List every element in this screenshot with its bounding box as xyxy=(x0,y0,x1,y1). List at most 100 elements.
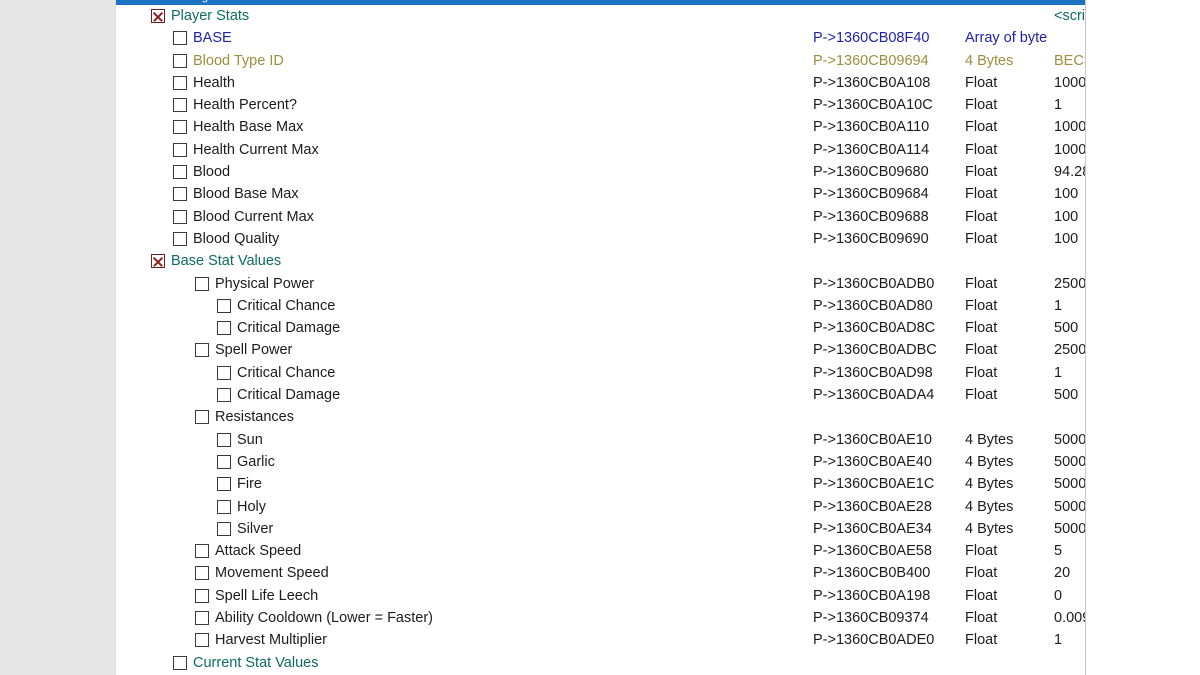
address-list[interactable]: Player Stats <script> BASE P->1360CB08F40 Ar… xyxy=(116,5,1086,675)
desktop-background-left xyxy=(0,0,115,675)
row-checkbox-icon[interactable] xyxy=(173,231,187,246)
row-checkbox-icon[interactable] xyxy=(217,454,231,469)
row-address: P->1360CB0A108 xyxy=(813,74,931,91)
row-value: 5000 xyxy=(1054,498,1086,515)
row-checkbox-checked-icon[interactable] xyxy=(151,9,165,23)
address-list-row[interactable]: Ability Cooldown (Lower = Faster) P->1360… xyxy=(116,607,1085,629)
row-checkbox-icon[interactable] xyxy=(217,432,231,447)
row-description: Health xyxy=(193,74,235,91)
address-list-row[interactable]: Health Current Max P->1360CB0A114 Float 100… xyxy=(116,139,1085,161)
address-list-row[interactable]: Blood Type ID P->1360CB09694 4 Bytes BEC3C0… xyxy=(116,50,1085,72)
row-description: Spell Life Leech xyxy=(215,587,319,604)
row-address: P->1360CB0A114 xyxy=(813,141,930,158)
address-list-row[interactable]: Player Stats <script> xyxy=(116,5,1085,27)
address-list-row[interactable]: Current Stat Values xyxy=(116,652,1085,674)
row-checkbox-icon[interactable] xyxy=(217,298,231,313)
address-list-row[interactable]: Harvest Multiplier P->1360CB0ADE0 Float 1 xyxy=(116,629,1085,651)
address-list-row[interactable]: Blood P->1360CB09680 Float 94.28730011 xyxy=(116,161,1085,183)
row-checkbox-icon[interactable] xyxy=(173,209,187,224)
row-value: 5000 xyxy=(1054,476,1086,493)
row-checkbox-icon[interactable] xyxy=(173,142,187,157)
row-description: Spell Power xyxy=(215,342,293,359)
row-checkbox-icon[interactable] xyxy=(173,31,187,46)
address-list-row[interactable]: Garlic P->1360CB0AE40 4 Bytes 5000 xyxy=(116,451,1086,473)
row-value: BEC3C0B3 xyxy=(1054,52,1085,69)
row-checkbox-icon[interactable] xyxy=(173,75,187,90)
row-description: Critical Chance xyxy=(237,297,336,314)
row-type: Float xyxy=(965,342,998,359)
row-description: Blood Quality xyxy=(193,230,280,247)
row-type: Float xyxy=(965,164,998,181)
row-checkbox-icon[interactable] xyxy=(217,388,231,403)
row-checkbox-icon[interactable] xyxy=(195,410,209,425)
row-address: P->1360CB0ADE0 xyxy=(813,632,935,649)
row-checkbox-icon[interactable] xyxy=(195,566,209,581)
row-checkbox-icon[interactable] xyxy=(195,611,209,626)
address-list-row[interactable]: Movement Speed P->1360CB0B400 Float 20 xyxy=(116,562,1085,584)
row-type: Float xyxy=(965,297,998,314)
row-address: P->1360CB09684 xyxy=(813,186,929,203)
row-type: Float xyxy=(965,275,998,292)
row-checkbox-icon[interactable] xyxy=(173,120,187,135)
address-list-row[interactable]: Critical Damage P->1360CB0AD8C Float 500 xyxy=(116,317,1085,339)
cheat-engine-window: Cheat Engine Address List Player Stats <s… xyxy=(115,0,1086,675)
address-list-row[interactable]: Spell Power P->1360CB0ADBC Float 25000 xyxy=(116,339,1086,361)
row-checkbox-icon[interactable] xyxy=(217,499,231,514)
address-list-row[interactable]: Base Stat Values xyxy=(116,250,1085,272)
address-list-row[interactable]: Holy P->1360CB0AE28 4 Bytes 5000 xyxy=(116,496,1086,518)
row-checkbox-icon[interactable] xyxy=(173,655,187,670)
row-description: Attack Speed xyxy=(215,543,302,560)
row-type: Float xyxy=(965,610,998,627)
row-checkbox-icon[interactable] xyxy=(173,165,187,180)
row-checkbox-icon[interactable] xyxy=(195,276,209,291)
address-list-row[interactable]: Fire P->1360CB0AE1C 4 Bytes 5000 xyxy=(116,473,1086,495)
address-list-row[interactable]: Health P->1360CB0A108 Float 10000 xyxy=(116,72,1086,94)
row-checkbox-icon[interactable] xyxy=(195,544,209,559)
row-description: Physical Power xyxy=(215,275,315,292)
row-checkbox-icon[interactable] xyxy=(217,365,231,380)
row-value: 5000 xyxy=(1054,453,1086,470)
row-description: Blood Type ID xyxy=(193,52,284,69)
row-value: 25000 xyxy=(1054,275,1086,292)
address-list-row[interactable]: Sun P->1360CB0AE10 4 Bytes 5000 xyxy=(116,429,1085,451)
address-list-row[interactable]: Physical Power P->1360CB0ADB0 Float 25000 xyxy=(116,273,1086,295)
row-value: 10000 xyxy=(1054,74,1086,91)
address-list-row[interactable]: Attack Speed P->1360CB0AE58 Float 5 xyxy=(116,540,1085,562)
row-checkbox-icon[interactable] xyxy=(173,53,187,68)
row-checkbox-icon[interactable] xyxy=(173,98,187,113)
address-list-row[interactable]: Spell Life Leech P->1360CB0A198 Float 0 xyxy=(116,585,1085,607)
row-checkbox-icon[interactable] xyxy=(195,588,209,603)
row-description: Movement Speed xyxy=(215,565,329,582)
row-description: Critical Damage xyxy=(237,320,341,337)
row-checkbox-icon[interactable] xyxy=(217,321,231,336)
address-list-row[interactable]: Critical Chance P->1360CB0AD98 Float 1 xyxy=(116,362,1085,384)
row-address: P->1360CB09680 xyxy=(813,164,929,181)
row-type: Float xyxy=(965,543,998,560)
row-checkbox-checked-icon[interactable] xyxy=(151,254,165,269)
row-type: Float xyxy=(965,632,998,649)
row-type: Float xyxy=(965,364,998,381)
address-list-row[interactable]: Health Percent? P->1360CB0A10C Float 1 xyxy=(116,94,1085,116)
row-checkbox-icon[interactable] xyxy=(173,187,187,202)
row-value: 25000 xyxy=(1054,342,1086,359)
address-list-row[interactable]: Critical Chance P->1360CB0AD80 Float 1 xyxy=(116,295,1085,317)
address-list-row[interactable]: Critical Damage P->1360CB0ADA4 Float 500 xyxy=(116,384,1085,406)
row-type: Float xyxy=(965,230,998,247)
address-list-row[interactable]: Blood Base Max P->1360CB09684 Float 100 xyxy=(116,183,1085,205)
address-list-row[interactable]: Blood Quality P->1360CB09690 Float 100 xyxy=(116,228,1085,250)
address-list-row[interactable]: BASE P->1360CB08F40 Array of byte xyxy=(116,27,1085,49)
row-description: Critical Chance xyxy=(237,364,336,381)
row-checkbox-icon[interactable] xyxy=(195,633,209,648)
row-type: Float xyxy=(965,320,998,337)
row-checkbox-icon[interactable] xyxy=(217,477,231,492)
address-list-row[interactable]: Blood Current Max P->1360CB09688 Float 100 xyxy=(116,206,1085,228)
row-checkbox-icon[interactable] xyxy=(217,521,231,536)
address-list-row[interactable]: Silver P->1360CB0AE34 4 Bytes 5000 xyxy=(116,518,1085,540)
row-description: Ability Cooldown (Lower = Faster) xyxy=(215,610,433,627)
row-address: P->1360CB0AE10 xyxy=(813,431,932,448)
address-list-row[interactable]: Resistances xyxy=(116,406,1085,428)
desktop-background-right xyxy=(1086,0,1200,675)
row-type: Float xyxy=(965,587,998,604)
row-checkbox-icon[interactable] xyxy=(195,343,209,358)
address-list-row[interactable]: Health Base Max P->1360CB0A110 Float 10000 xyxy=(116,116,1085,138)
